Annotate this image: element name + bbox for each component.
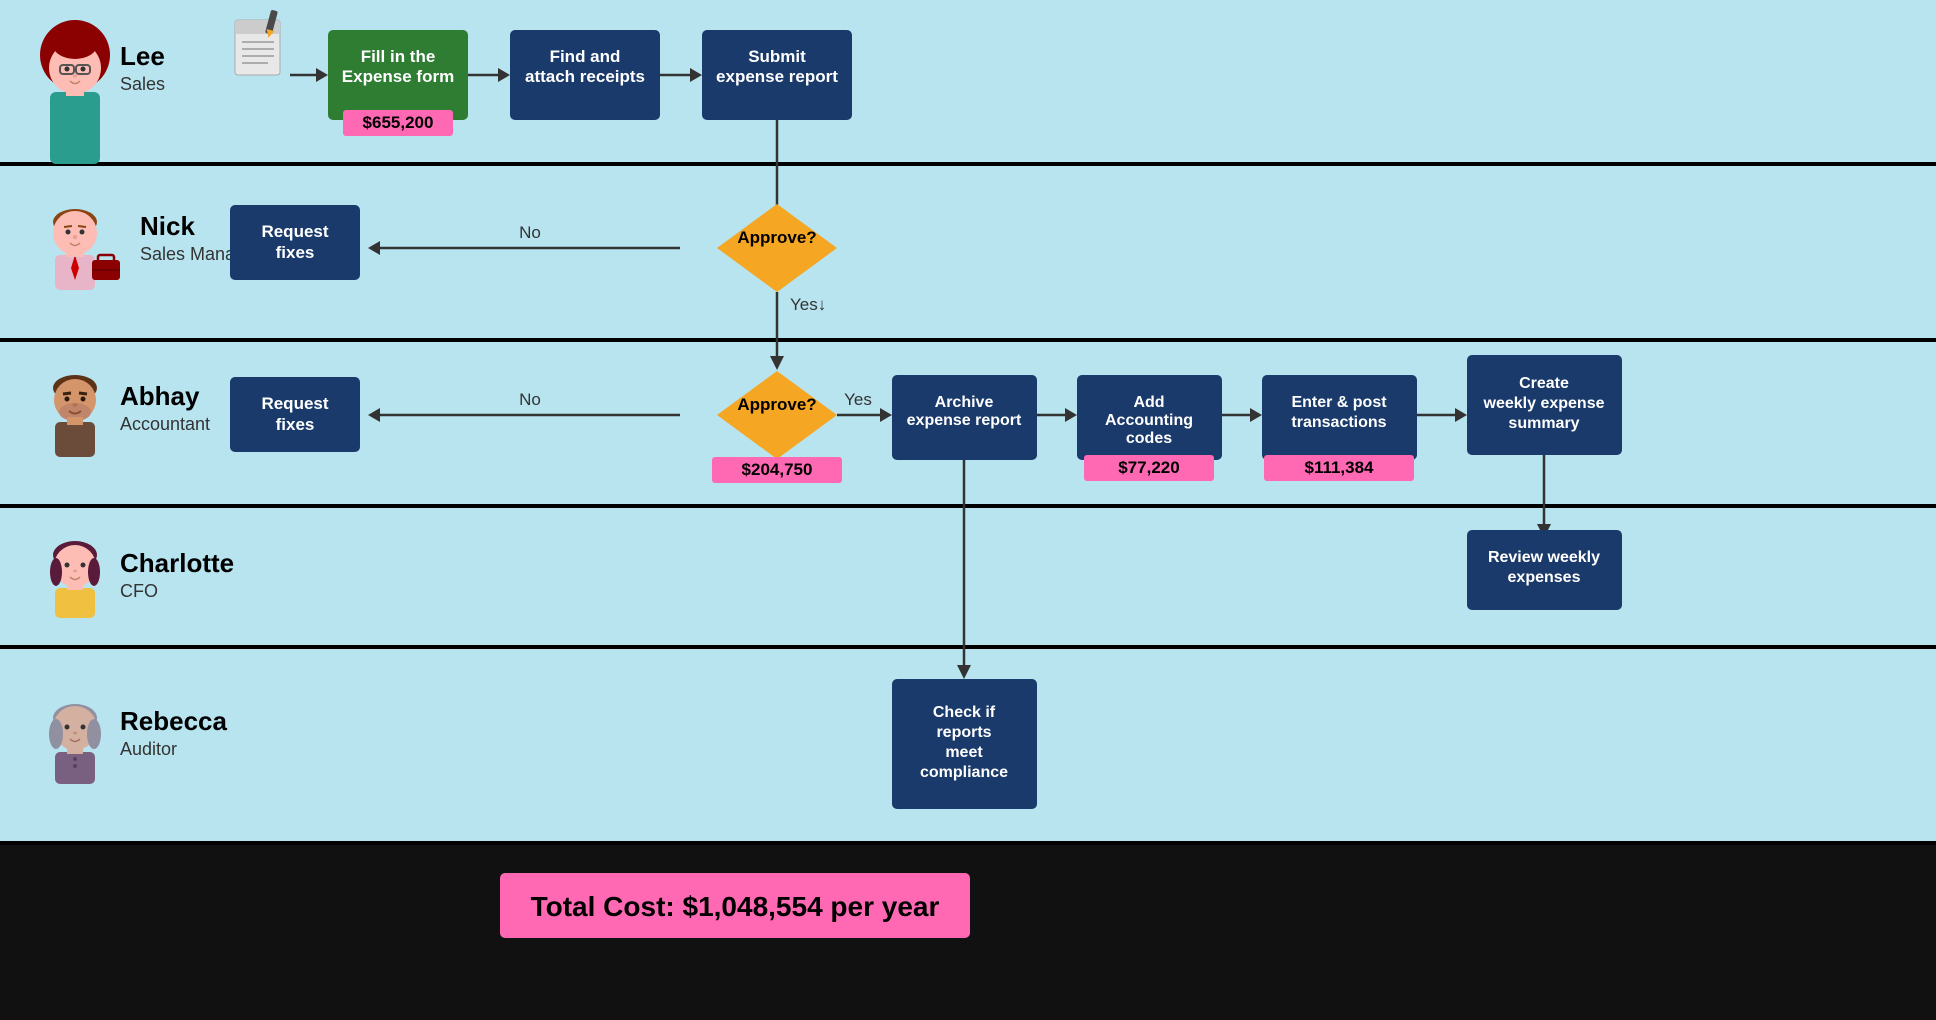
svg-text:expense report: expense report bbox=[907, 412, 1022, 429]
svg-text:Auditor: Auditor bbox=[120, 739, 177, 759]
svg-text:Approve?: Approve? bbox=[737, 228, 816, 247]
svg-text:expenses: expenses bbox=[1508, 569, 1581, 586]
svg-text:Review weekly: Review weekly bbox=[1488, 549, 1600, 566]
svg-text:Fill in the: Fill in the bbox=[361, 47, 436, 66]
svg-text:Abhay: Abhay bbox=[120, 381, 200, 411]
svg-text:Find and: Find and bbox=[550, 47, 621, 66]
svg-text:attach receipts: attach receipts bbox=[525, 67, 645, 86]
svg-text:Sales: Sales bbox=[120, 74, 165, 94]
svg-text:Expense form: Expense form bbox=[342, 67, 454, 86]
svg-text:Add: Add bbox=[1133, 394, 1164, 411]
svg-text:$204,750: $204,750 bbox=[742, 460, 813, 479]
svg-text:Submit: Submit bbox=[748, 47, 806, 66]
main-svg: Lee Sales Fill in the Expense form $655,… bbox=[0, 0, 1936, 1020]
svg-text:Enter & post: Enter & post bbox=[1291, 394, 1387, 411]
svg-text:Approve?: Approve? bbox=[737, 395, 816, 414]
svg-text:summary: summary bbox=[1508, 415, 1579, 432]
svg-text:compliance: compliance bbox=[920, 764, 1008, 781]
svg-text:Charlotte: Charlotte bbox=[120, 548, 234, 578]
svg-text:fixes: fixes bbox=[276, 243, 315, 262]
svg-text:Accounting: Accounting bbox=[1105, 412, 1193, 429]
svg-text:Yes↓: Yes↓ bbox=[790, 295, 826, 314]
svg-text:meet: meet bbox=[945, 744, 983, 761]
svg-text:Request: Request bbox=[261, 222, 328, 241]
svg-text:Check if: Check if bbox=[933, 704, 996, 721]
svg-text:Request: Request bbox=[261, 394, 328, 413]
svg-text:Create: Create bbox=[1519, 375, 1569, 392]
svg-text:$655,200: $655,200 bbox=[363, 113, 434, 132]
svg-text:Total Cost: $1,048,554 per yea: Total Cost: $1,048,554 per year bbox=[531, 891, 940, 922]
svg-text:reports: reports bbox=[936, 724, 991, 741]
svg-text:Nick: Nick bbox=[140, 211, 195, 241]
svg-text:Lee: Lee bbox=[120, 41, 165, 71]
svg-text:expense report: expense report bbox=[716, 67, 838, 86]
svg-text:codes: codes bbox=[1126, 430, 1172, 447]
svg-text:No: No bbox=[519, 390, 541, 409]
svg-text:weekly expense: weekly expense bbox=[1483, 395, 1605, 412]
svg-text:$111,384: $111,384 bbox=[1304, 458, 1374, 477]
svg-text:fixes: fixes bbox=[276, 415, 315, 434]
svg-text:No: No bbox=[519, 223, 541, 242]
svg-text:$77,220: $77,220 bbox=[1118, 458, 1179, 477]
svg-text:Rebecca: Rebecca bbox=[120, 706, 227, 736]
svg-text:CFO: CFO bbox=[120, 581, 158, 601]
svg-text:transactions: transactions bbox=[1291, 414, 1386, 431]
svg-text:Accountant: Accountant bbox=[120, 414, 210, 434]
svg-text:Archive: Archive bbox=[935, 394, 994, 411]
main-render: Lee Sales Fill in the Expense form $655,… bbox=[0, 0, 1936, 1020]
svg-text:Yes: Yes bbox=[844, 390, 872, 409]
